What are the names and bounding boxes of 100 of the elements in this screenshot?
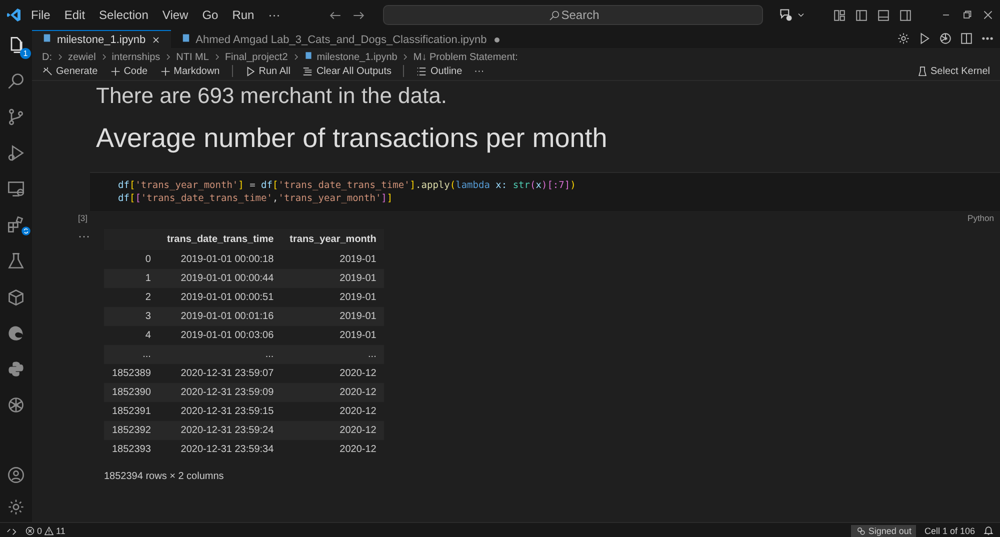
menu-item[interactable]: Edit (59, 5, 90, 25)
table-cell: 2019-01-01 00:01:16 (158, 307, 282, 326)
menu-item[interactable]: Selection (94, 5, 154, 25)
chat-button[interactable] (779, 8, 806, 22)
problems-indicator[interactable]: 0 11 (25, 526, 66, 536)
bell-icon[interactable] (983, 525, 994, 536)
table-cell: 1852393 (104, 440, 159, 459)
error-icon (25, 526, 35, 536)
table-cell: 2019-01 (282, 250, 384, 269)
settings-icon[interactable] (897, 32, 910, 45)
chevron-right-icon (164, 53, 172, 61)
table-cell: 2019-01 (282, 288, 384, 307)
cell-language[interactable]: Python (968, 213, 994, 223)
execution-count: [3] (78, 213, 88, 223)
menu-item[interactable]: View (157, 5, 194, 25)
close-icon[interactable] (982, 9, 994, 21)
vscode-logo-icon (6, 7, 22, 23)
output-menu[interactable]: ··· (78, 229, 90, 482)
account-icon[interactable] (7, 466, 25, 484)
toolbar-button[interactable]: Outline (416, 66, 462, 76)
breadcrumb-item[interactable]: Final_project2 (224, 52, 288, 62)
play-icon[interactable] (918, 32, 931, 45)
table-cell: 2019-01 (282, 269, 384, 288)
settings-icon[interactable] (7, 498, 25, 516)
select-kernel-button[interactable]: Select Kernel (916, 66, 990, 76)
notebook-file-icon (180, 33, 191, 43)
table-cell: 1852392 (104, 421, 159, 440)
menu-item[interactable]: ··· (263, 5, 286, 25)
breadcrumb-item[interactable]: milestone_1.ipynb (316, 52, 398, 62)
table-cell: 2020-12-31 23:59:34 (158, 440, 282, 459)
menu-item[interactable]: Run (227, 5, 260, 25)
table-cell: 2019-01 (282, 307, 384, 326)
play-icon (244, 66, 256, 76)
table-cell: 1852390 (104, 383, 159, 402)
table-cell: 1852391 (104, 402, 159, 421)
right-panel-icon[interactable] (899, 8, 912, 22)
sync-icon (21, 226, 31, 236)
table-cell: 0 (104, 250, 159, 269)
table-cell: ... (158, 345, 282, 364)
menu-item[interactable]: File (26, 5, 56, 25)
table-cell: 2020-12 (282, 440, 384, 459)
notebook-file-icon (42, 33, 52, 43)
accounts-icon (856, 526, 866, 536)
table-cell: 2020-12-31 23:59:15 (158, 402, 282, 421)
restore-icon[interactable] (961, 9, 973, 21)
breadcrumb-item[interactable]: D: (42, 52, 52, 62)
table-cell: 2020-12 (282, 421, 384, 440)
markdown-heading: Average number of transactions per month (96, 123, 608, 154)
breadcrumb-item[interactable]: NTI ML (176, 52, 209, 62)
extensions-icon (7, 216, 25, 234)
search-icon (7, 72, 25, 90)
menu-item[interactable]: Go (197, 5, 224, 25)
code-cell[interactable]: df['trans_year_month'] = df['trans_date_trans_time'].apply(lambda x: str(x)[:7]) df[['trans_date_trans_time','trans_year_month']] (90, 172, 1000, 211)
toolbar-button[interactable]: Generate (42, 66, 98, 76)
chevron-right-icon (401, 53, 410, 61)
table-cell: 2019-01-01 00:03:06 (158, 326, 282, 345)
table-summary: 1852394 rows × 2 columns (104, 471, 225, 482)
breadcrumb-item[interactable]: zewiel (68, 52, 96, 62)
plus-icon (110, 66, 121, 76)
table-cell: 2020-12-31 23:59:24 (158, 421, 282, 440)
table-cell: 2020-12 (282, 383, 384, 402)
notebook-file-icon (304, 51, 313, 60)
monitor-icon (7, 180, 25, 198)
split-editor-icon[interactable] (960, 32, 973, 45)
left-panel-icon[interactable] (855, 8, 868, 22)
table-cell: 2020-12-31 23:59:07 (158, 364, 282, 383)
plus-icon (160, 66, 171, 76)
search-field[interactable]: Search (383, 5, 764, 25)
table-cell: 2019-01-01 00:00:18 (158, 250, 282, 269)
close-icon (150, 34, 161, 44)
table-cell: 4 (104, 326, 159, 345)
warning-icon (44, 526, 54, 536)
toolbar-button[interactable]: Clear All Outputs (302, 66, 392, 76)
python-icon (7, 360, 25, 378)
chevron-right-icon (56, 53, 64, 61)
account-status[interactable]: Signed out (851, 524, 916, 536)
bottom-panel-icon[interactable] (877, 8, 890, 22)
box-icon (7, 288, 25, 306)
toolbar-button[interactable]: Run All (244, 66, 290, 76)
search-icon (549, 10, 560, 21)
table-cell: 2020-12-31 23:59:09 (158, 383, 282, 402)
count-badge: 1 (20, 48, 31, 59)
column-header: trans_year_month (282, 229, 384, 250)
layout-icon[interactable] (833, 8, 846, 22)
toolbar-button[interactable]: ··· (474, 66, 484, 76)
table-cell: 2020-12 (282, 402, 384, 421)
cell-position[interactable]: Cell 1 of 106 (924, 526, 975, 536)
breadcrumb-item[interactable]: internships (112, 52, 160, 62)
editor-tab[interactable]: Ahmed Amgad Lab_3_Cats_and_Dogs_Classification.ipynb (170, 30, 512, 48)
table-cell: 3 (104, 307, 159, 326)
table-cell: 2 (104, 288, 159, 307)
table-cell: 2019-01-01 00:00:51 (158, 288, 282, 307)
swirl-icon (7, 324, 25, 342)
flask-icon (916, 66, 928, 76)
branch-icon (7, 108, 25, 126)
toolbar-button[interactable]: Markdown (160, 66, 220, 76)
clear-list-icon (302, 66, 314, 76)
breadcrumb-item[interactable]: M↓ Problem Statement: (413, 52, 518, 62)
editor-tab[interactable]: milestone_1.ipynb (32, 30, 171, 48)
toolbar-button[interactable]: Code (110, 66, 148, 76)
